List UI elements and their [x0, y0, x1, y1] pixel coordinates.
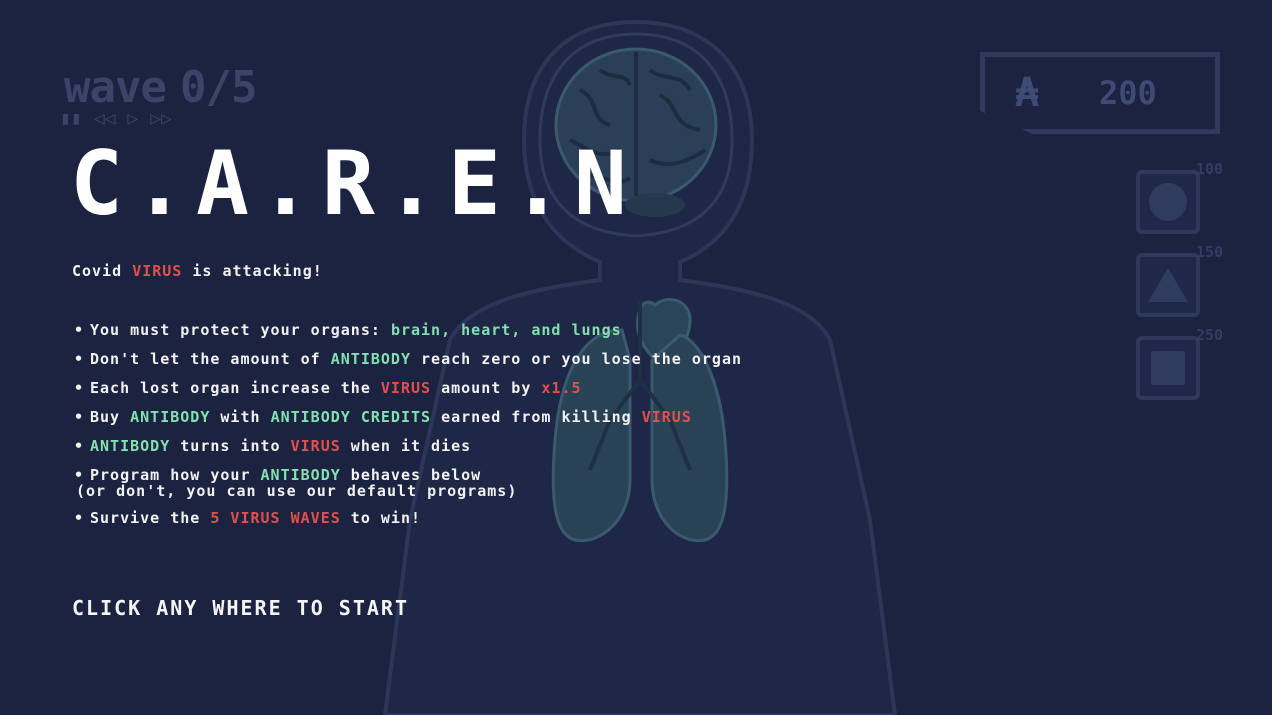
triangle-antibody-icon [1148, 268, 1188, 302]
credits-panel: ₳ 200 [980, 52, 1220, 134]
shop-price: 250 [1196, 326, 1224, 344]
list-item: Each lost organ increase the VIRUS amoun… [72, 380, 742, 398]
list-item: Don't let the amount of ANTIBODY reach z… [72, 351, 742, 369]
wave-counter: wave 0/5 [64, 62, 257, 113]
list-item: You must protect your organs: brain, hea… [72, 322, 742, 340]
buy-square-antibody-button[interactable] [1136, 336, 1200, 400]
list-item: Buy ANTIBODY with ANTIBODY CREDITS earne… [72, 409, 742, 427]
intro-text: Covid VIRUS is attacking! [72, 262, 323, 280]
shop-price: 100 [1196, 160, 1224, 178]
credits-value: 200 [1099, 74, 1157, 112]
virus-keyword: VIRUS [132, 262, 183, 280]
intro-text-part: is attacking! [182, 262, 323, 280]
list-item: Program how your ANTIBODY behaves below(… [72, 467, 742, 499]
playback-controls: ▮▮ ◁◁ ▷ ▷▷ [60, 108, 172, 129]
start-prompt[interactable]: CLICK ANY WHERE TO START [72, 596, 409, 620]
fast-forward-icon[interactable]: ▷▷ [150, 108, 172, 129]
rewind-icon[interactable]: ◁◁ [94, 108, 116, 129]
shop-price: 150 [1196, 243, 1224, 261]
list-item: Survive the 5 VIRUS WAVES to win! [72, 510, 742, 528]
square-antibody-icon [1151, 351, 1185, 385]
credits-icon: ₳ [1015, 70, 1040, 116]
rules-list: You must protect your organs: brain, hea… [72, 322, 742, 539]
game-screen[interactable]: wave 0/5 ▮▮ ◁◁ ▷ ▷▷ ₳ 200 100 150 250 C.A… [0, 0, 1272, 715]
wave-value: 0/5 [179, 62, 257, 113]
play-icon[interactable]: ▷ [127, 108, 138, 129]
game-title: C.A.R.E.N [70, 132, 637, 235]
intro-text-part: Covid [72, 262, 133, 280]
circle-antibody-icon [1149, 183, 1187, 221]
buy-circle-antibody-button[interactable] [1136, 170, 1200, 234]
buy-triangle-antibody-button[interactable] [1136, 253, 1200, 317]
list-item: ANTIBODY turns into VIRUS when it dies [72, 438, 742, 456]
wave-label: wave [64, 62, 167, 113]
pause-icon[interactable]: ▮▮ [60, 108, 82, 129]
